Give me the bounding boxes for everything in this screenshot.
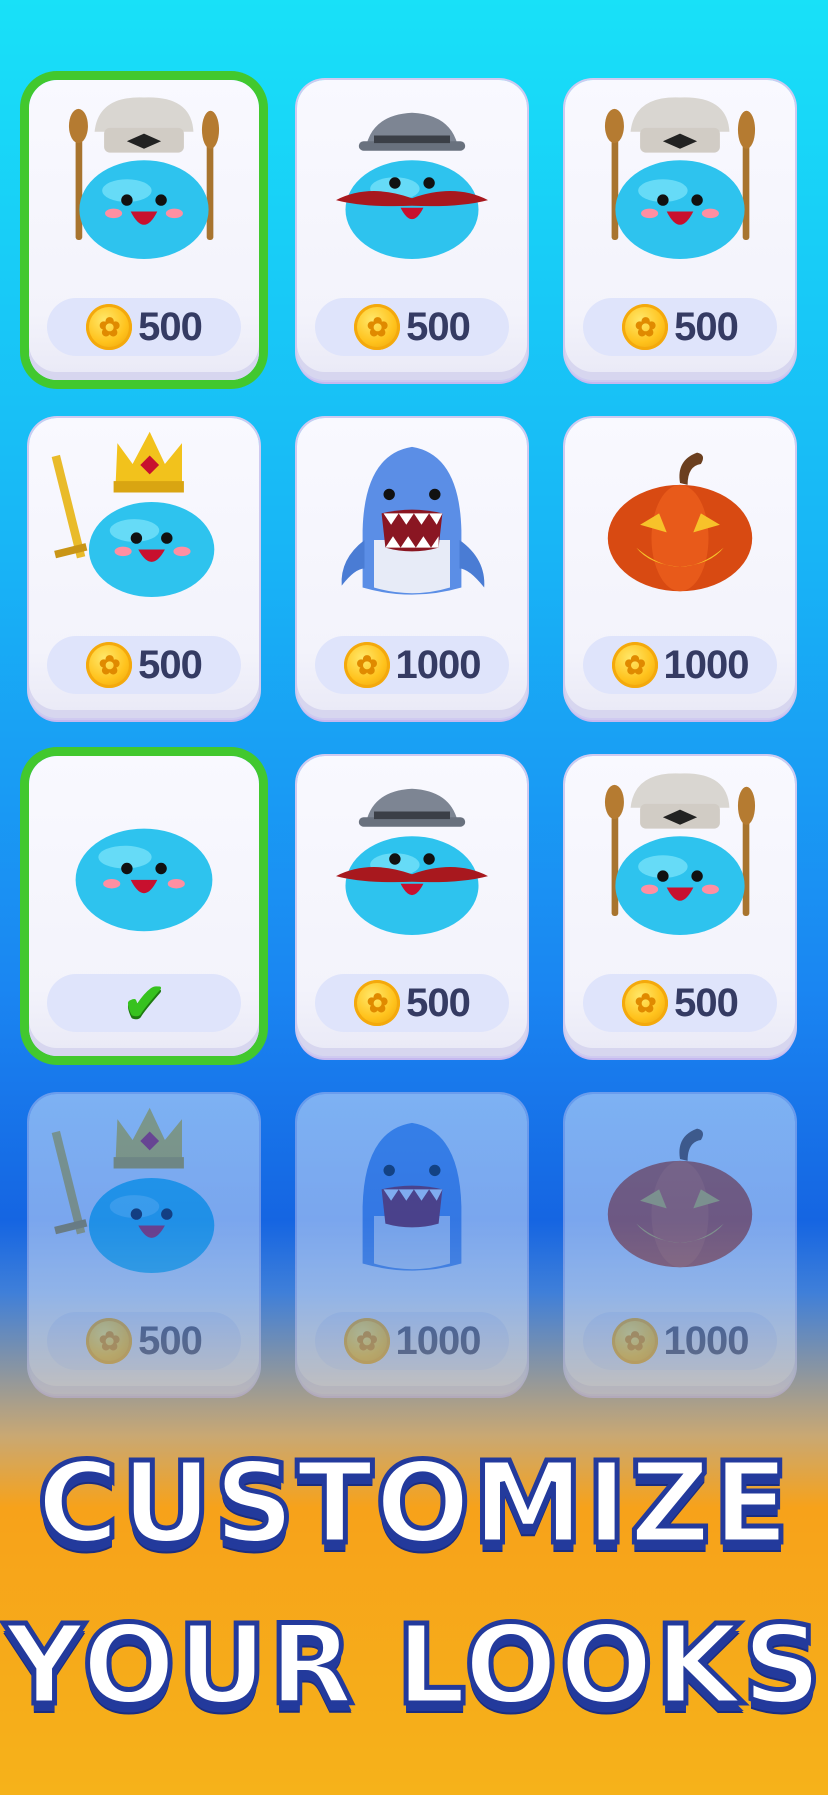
coin-icon: ✿ [86,642,133,688]
chef-slime-illustration [29,80,259,285]
price-value: 500 [138,642,203,687]
price-tag: ✿ 500 [315,298,509,356]
headline-line-2: YOUR LOOKS [2,1601,824,1729]
price-value: 500 [406,304,471,349]
price-value: 500 [406,980,471,1025]
headline-line-1: CUSTOMIZE [34,1439,792,1569]
price-value: 500 [674,980,739,1025]
plain-slime-illustration [29,756,259,961]
coin-icon: ✿ [354,304,401,350]
coin-icon: ✿ [86,1318,133,1364]
checkmark-icon: ✔ [122,974,167,1032]
shark-illustration [297,1094,527,1299]
skin-card[interactable]: ✿ 500 [297,756,527,1056]
price-value: 1000 [663,1318,750,1363]
price-tag: ✿ 1000 [583,636,777,694]
price-value: 500 [674,304,739,349]
skin-card[interactable]: ✿ 500 [565,80,795,380]
price-tag: ✿ 500 [47,636,241,694]
price-tag: ✿ 500 [47,298,241,356]
price-value: 1000 [395,1318,482,1363]
king-slime-illustration [29,1094,259,1299]
price-tag: ✿ 500 [583,298,777,356]
skin-card[interactable]: ✿ 500 [565,756,795,1056]
chef-slime-illustration [565,756,795,961]
price-tag: ✿ 500 [47,1312,241,1370]
coin-icon: ✿ [611,1318,658,1364]
price-tag: ✿ 1000 [583,1312,777,1370]
skin-card[interactable]: ✔ [29,756,259,1056]
price-value: 500 [138,1318,203,1363]
price-value: 1000 [395,642,482,687]
price-value: 500 [138,304,203,349]
skin-card[interactable]: ✿ 500 [29,418,259,718]
mustache-hat-slime-illustration [297,80,527,285]
coin-icon: ✿ [343,642,390,688]
coin-icon: ✿ [343,1318,390,1364]
coin-icon: ✿ [86,304,133,350]
price-tag: ✿ 500 [315,974,509,1032]
pumpkin-illustration [565,418,795,623]
pumpkin-illustration [565,1094,795,1299]
skin-grid: ✿ 500 ✿ 500 ✿ 500 ✿ 500 ✿ 1000 ✿ 1000 ✔ … [24,80,804,1394]
price-tag: ✿ 1000 [315,1312,509,1370]
skin-card[interactable]: ✿ 1000 [297,418,527,718]
coin-icon: ✿ [611,642,658,688]
chef-slime-illustration [565,80,795,285]
skin-card[interactable]: ✿ 500 [297,80,527,380]
coin-icon: ✿ [622,980,669,1026]
coin-icon: ✿ [354,980,401,1026]
shark-illustration [297,418,527,623]
skin-card[interactable]: ✿ 500 [29,1094,259,1394]
owned-tag: ✔ [47,974,241,1032]
price-tag: ✿ 500 [583,974,777,1032]
coin-icon: ✿ [622,304,669,350]
mustache-hat-slime-illustration [297,756,527,961]
skin-card[interactable]: ✿ 1000 [565,1094,795,1394]
skin-card[interactable]: ✿ 1000 [565,418,795,718]
skin-card[interactable]: ✿ 1000 [297,1094,527,1394]
price-value: 1000 [663,642,750,687]
king-slime-illustration [29,418,259,623]
skin-card[interactable]: ✿ 500 [29,80,259,380]
price-tag: ✿ 1000 [315,636,509,694]
